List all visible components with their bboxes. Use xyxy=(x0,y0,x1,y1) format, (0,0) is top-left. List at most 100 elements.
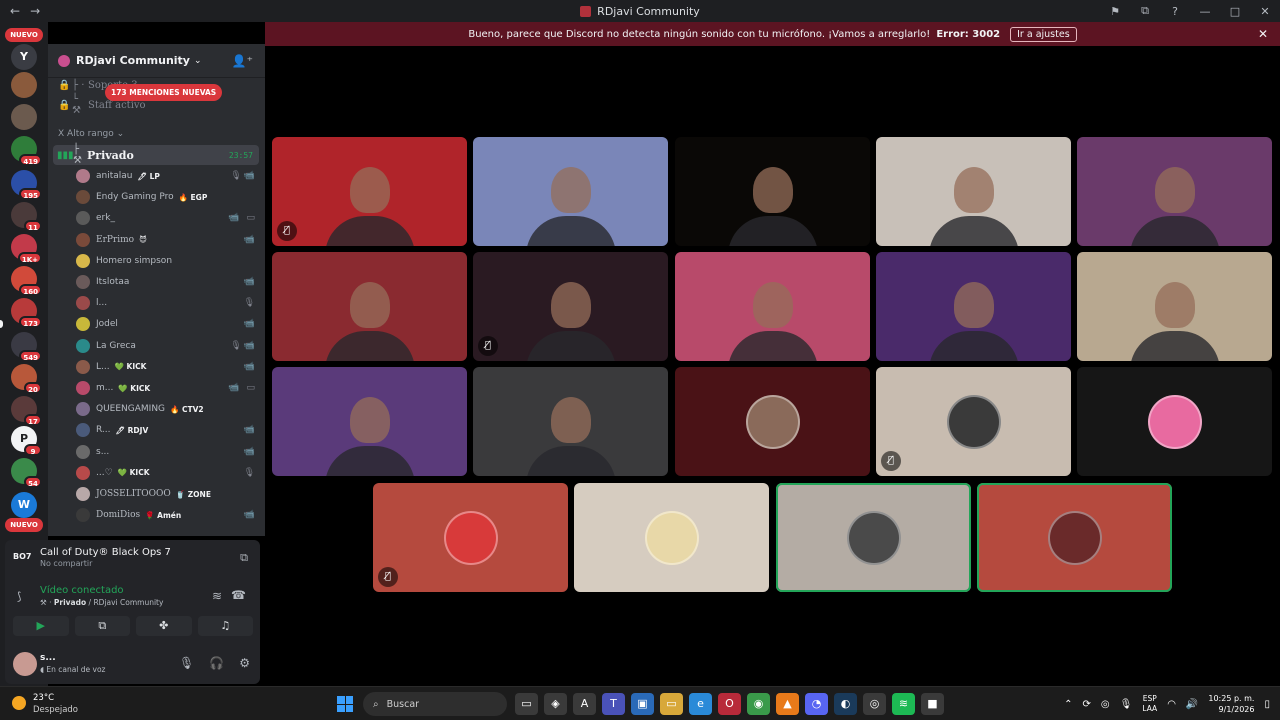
server-icon-5[interactable]: 11 xyxy=(11,202,42,232)
server-icon-1[interactable] xyxy=(11,72,37,98)
wifi-icon[interactable]: ◠ xyxy=(1167,699,1176,710)
microphone-tray-icon[interactable]: 🎙 xyxy=(1120,699,1133,710)
sync-icon[interactable]: ⟳ xyxy=(1083,699,1091,710)
avatar-tile[interactable]: 🎙̸ xyxy=(876,367,1071,476)
video-tile[interactable] xyxy=(876,137,1071,246)
voice-user[interactable]: QUEENGAMING 🔥 CTV2 xyxy=(76,399,259,419)
invite-people-icon[interactable]: 👤⁺ xyxy=(232,54,253,68)
server-icon-10[interactable]: 20 xyxy=(11,364,42,394)
video-tile[interactable] xyxy=(675,137,870,246)
voice-user[interactable]: R... 🖊 RDJV 📹 xyxy=(76,420,259,440)
video-tile[interactable] xyxy=(876,252,1071,361)
activities-button[interactable]: ✤ xyxy=(136,616,192,636)
voice-user[interactable]: Endy Gaming Pro 🔥 EGP xyxy=(76,187,259,207)
taskbar-search[interactable]: ⌕ Buscar xyxy=(363,692,507,716)
back-arrow-icon[interactable]: ← xyxy=(10,4,20,18)
chevron-down-icon[interactable]: ⌄ xyxy=(194,56,202,66)
server-icon-6[interactable]: 1K+ xyxy=(11,234,42,264)
avatar-tile[interactable] xyxy=(574,483,769,592)
screen-share-icon[interactable]: ⧉ xyxy=(240,551,248,565)
avatar[interactable] xyxy=(13,652,37,676)
windows-start-icon[interactable] xyxy=(337,696,353,712)
voice-user[interactable]: DomiDios 🌹 Amén 📹 xyxy=(76,505,259,525)
explorer-icon[interactable]: ▭ xyxy=(660,693,683,715)
microphone-icon[interactable]: 🎙 xyxy=(179,656,194,670)
maximize-icon[interactable]: □ xyxy=(1220,5,1250,18)
close-icon[interactable]: ✕ xyxy=(1258,27,1268,41)
headphones-icon[interactable]: 🎧 xyxy=(209,656,224,670)
minimize-icon[interactable]: — xyxy=(1190,5,1220,18)
server-icon-4[interactable]: 195 xyxy=(11,170,42,200)
copilot-icon[interactable]: ◈ xyxy=(544,693,567,715)
video-tile[interactable]: 🎙̸ xyxy=(473,252,668,361)
video-tile[interactable] xyxy=(272,252,467,361)
video-tile[interactable] xyxy=(473,367,668,476)
disconnect-icon[interactable]: ☎ xyxy=(231,588,246,602)
video-tile[interactable]: 🎙̸ xyxy=(272,137,467,246)
chrome-icon[interactable]: ◉ xyxy=(747,693,770,715)
help-icon[interactable]: ? xyxy=(1160,5,1190,18)
edge-icon[interactable]: e xyxy=(689,693,712,715)
task-view-icon[interactable]: ▭ xyxy=(515,693,538,715)
server-icon-8[interactable]: 173 xyxy=(11,298,42,328)
video-tile[interactable] xyxy=(675,252,870,361)
voice-user[interactable]: JOSSELITOOOO 🥤 ZONE xyxy=(76,484,259,504)
vlc-icon[interactable]: ▲ xyxy=(776,693,799,715)
voice-user[interactable]: m... 💚 KICK 📹 ▭ xyxy=(76,378,259,398)
voice-user[interactable]: Jodel 📹 xyxy=(76,314,259,334)
teams-icon[interactable]: T xyxy=(602,693,625,715)
voice-user[interactable]: La Greca 🎙📹 xyxy=(76,336,259,356)
server-icon-12[interactable]: P9 xyxy=(11,426,42,456)
screen-share-button[interactable]: ⧉ xyxy=(74,616,130,636)
clock[interactable]: 10:25 p. m. 9/1/2026 xyxy=(1208,693,1254,715)
voice-user[interactable]: ErPrimo 😈 📹 xyxy=(76,230,259,250)
volume-icon[interactable]: 🔊 xyxy=(1186,699,1198,710)
notifications-icon[interactable]: ▯ xyxy=(1264,699,1270,710)
flag-icon[interactable]: ⚑ xyxy=(1100,5,1130,18)
server-icon-0[interactable]: Y xyxy=(11,44,37,70)
server-header[interactable]: RDjavi Community ⌄ 👤⁺ xyxy=(48,44,265,78)
voice-user[interactable]: anitalau 🖊 LP 🎙📹 xyxy=(76,166,259,186)
avatar-tile[interactable] xyxy=(776,483,971,592)
mentions-badge[interactable]: 173 MENCIONES NUEVAS xyxy=(105,84,223,101)
voice-user[interactable]: ...♡ 💚 KICK 🎙 xyxy=(76,463,259,483)
store-icon[interactable]: ▣ xyxy=(631,693,654,715)
video-tile[interactable] xyxy=(473,137,668,246)
chevron-up-icon[interactable]: ⌃ xyxy=(1064,699,1072,710)
avatar-tile[interactable] xyxy=(1077,367,1272,476)
server-icon-11[interactable]: 17 xyxy=(11,396,42,426)
cod-icon[interactable]: ■ xyxy=(921,693,944,715)
video-tile[interactable] xyxy=(1077,252,1272,361)
avatar-tile[interactable] xyxy=(675,367,870,476)
close-window-icon[interactable]: ✕ xyxy=(1250,5,1280,18)
language-indicator[interactable]: ESP LAA xyxy=(1142,694,1157,714)
signal-icon[interactable]: ⟆ xyxy=(17,590,21,603)
video-tile[interactable] xyxy=(1077,137,1272,246)
server-icon-14[interactable]: W xyxy=(11,492,37,518)
voice-user[interactable]: l... 🎙 xyxy=(76,293,259,313)
voice-user[interactable]: s... 📹 xyxy=(76,442,259,462)
forward-arrow-icon[interactable]: → xyxy=(30,4,40,18)
avatar-tile[interactable] xyxy=(977,483,1172,592)
server-icon-2[interactable] xyxy=(11,104,37,130)
category-alto-rango[interactable]: X Alto rango ⌄ xyxy=(58,129,124,139)
voice-status[interactable]: Vídeo conectado xyxy=(40,585,124,596)
overlay-icon[interactable]: ⧉ xyxy=(1130,4,1160,18)
soundboard-button[interactable]: ♫ xyxy=(197,616,253,636)
server-icon-13[interactable]: 54 xyxy=(11,458,42,488)
voice-user[interactable]: Itslotaa 📹 xyxy=(76,272,259,292)
gear-icon[interactable]: ⚙ xyxy=(239,656,250,670)
steam-icon[interactable]: ◐ xyxy=(834,693,857,715)
camera-button[interactable]: ▶ xyxy=(13,616,69,636)
noise-suppression-icon[interactable]: ≋ xyxy=(212,589,222,603)
voice-user[interactable]: erk_ 📹 ▭ xyxy=(76,208,259,228)
discord-icon[interactable]: ◔ xyxy=(805,693,828,715)
spotify-icon[interactable]: ≋ xyxy=(892,693,915,715)
opera-icon[interactable]: O xyxy=(718,693,741,715)
voice-user[interactable]: L... 💚 KICK 📹 xyxy=(76,357,259,377)
video-tile[interactable] xyxy=(272,367,467,476)
server-icon-9[interactable]: 549 xyxy=(11,332,42,362)
server-icon-7[interactable]: 160 xyxy=(11,266,42,296)
obs-icon[interactable]: ◎ xyxy=(863,693,886,715)
voice-user[interactable]: Homero simpson xyxy=(76,251,259,271)
